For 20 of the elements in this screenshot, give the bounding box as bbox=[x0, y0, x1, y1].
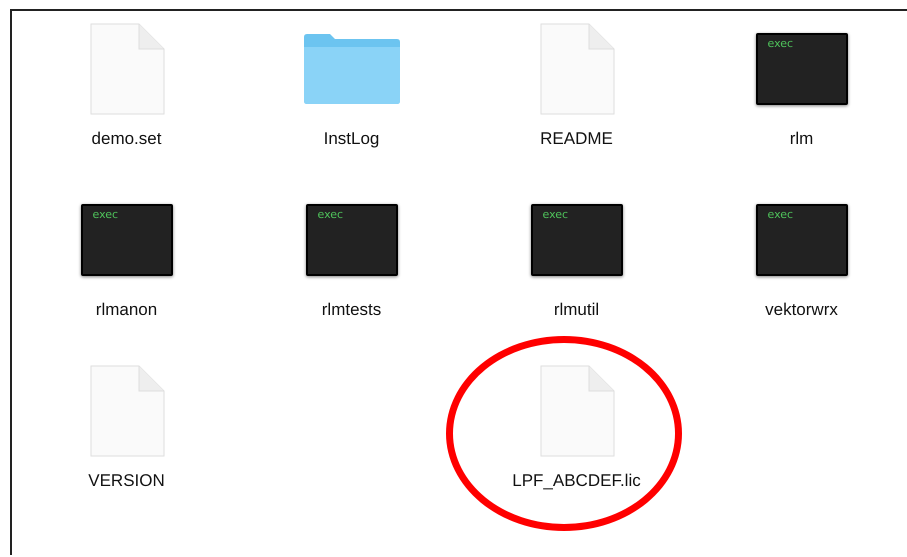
icon-label: exec bbox=[542, 209, 570, 220]
document-icon bbox=[540, 24, 614, 114]
file-name[interactable]: rlmanon bbox=[96, 297, 158, 322]
file-name[interactable]: rlmutil bbox=[554, 297, 600, 322]
file-name[interactable]: VERSION bbox=[88, 468, 165, 494]
file-name[interactable]: rlm bbox=[790, 126, 814, 152]
icon-label: exec bbox=[768, 38, 794, 49]
file-name[interactable]: rlmtests bbox=[322, 297, 382, 322]
document-icon bbox=[90, 24, 164, 114]
icon-label: exec bbox=[92, 209, 120, 220]
icon-label: exec bbox=[768, 209, 794, 220]
document-icon bbox=[90, 366, 164, 456]
file-name[interactable]: demo.set bbox=[92, 126, 162, 152]
file-name[interactable]: InstLog bbox=[324, 126, 380, 152]
file-name[interactable]: README bbox=[540, 126, 613, 152]
document-icon bbox=[540, 366, 614, 456]
file-name[interactable]: vektorwrx bbox=[765, 297, 838, 322]
folder-icon bbox=[304, 34, 400, 104]
icon-label: exec bbox=[318, 209, 344, 220]
file-name[interactable]: LPF_ABCDEF.lic bbox=[512, 468, 641, 494]
